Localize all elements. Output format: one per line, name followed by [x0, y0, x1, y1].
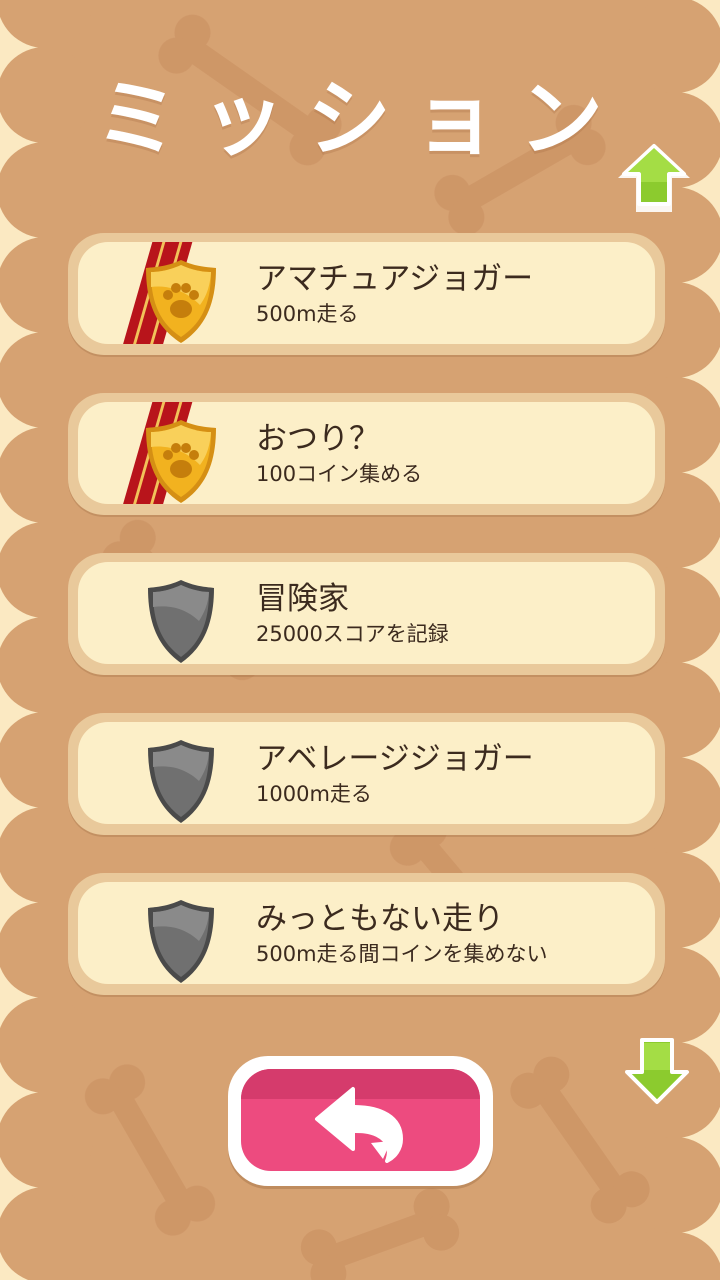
- mission-description: 500m走る: [256, 302, 359, 326]
- mission-title: 冒険家: [256, 581, 349, 617]
- mission-description: 1000m走る: [256, 782, 372, 806]
- mission-title: みっともない走り: [256, 901, 504, 937]
- gold-paw-shield-icon: [146, 260, 216, 343]
- mission-description: 25000スコアを記録: [256, 622, 449, 646]
- mission-title: アマチュアジョガー: [256, 261, 534, 297]
- gray-shield-icon: [148, 740, 214, 823]
- mission-card-body: おつり？ 100コイン集める: [78, 402, 655, 504]
- mission-description: 500m走る間コインを集めない: [256, 942, 548, 966]
- back-button[interactable]: [228, 1056, 493, 1186]
- back-arrow-icon: [315, 1087, 403, 1163]
- mission-card[interactable]: アマチュアジョガー 500m走る: [68, 233, 665, 355]
- mission-card[interactable]: アベレージジョガー 1000m走る: [68, 713, 665, 835]
- back-button-face: [241, 1069, 480, 1171]
- mission-title: おつり？: [256, 421, 380, 457]
- gray-shield-icon: [148, 580, 214, 663]
- mission-card-body: アベレージジョガー 1000m走る: [78, 722, 655, 824]
- scroll-up-button[interactable]: [614, 136, 694, 216]
- mission-title: アベレージジョガー: [256, 741, 534, 777]
- down-arrow-icon: [625, 1038, 689, 1104]
- mission-card[interactable]: みっともない走り 500m走る間コインを集めない: [68, 873, 665, 995]
- scroll-down-button[interactable]: [617, 1030, 697, 1110]
- mission-card-body: みっともない走り 500m走る間コインを集めない: [78, 882, 655, 984]
- mission-description: 100コイン集める: [256, 462, 423, 486]
- mission-card-body: アマチュアジョガー 500m走る: [78, 242, 655, 344]
- mission-card[interactable]: 冒険家 25000スコアを記録: [68, 553, 665, 675]
- gray-shield-icon: [148, 900, 214, 983]
- mission-card[interactable]: おつり？ 100コイン集める: [68, 393, 665, 515]
- screen-title: ミッション: [94, 70, 625, 168]
- mission-card-body: 冒険家 25000スコアを記録: [78, 562, 655, 664]
- up-arrow-icon: [618, 144, 690, 212]
- gold-paw-shield-icon: [146, 420, 216, 503]
